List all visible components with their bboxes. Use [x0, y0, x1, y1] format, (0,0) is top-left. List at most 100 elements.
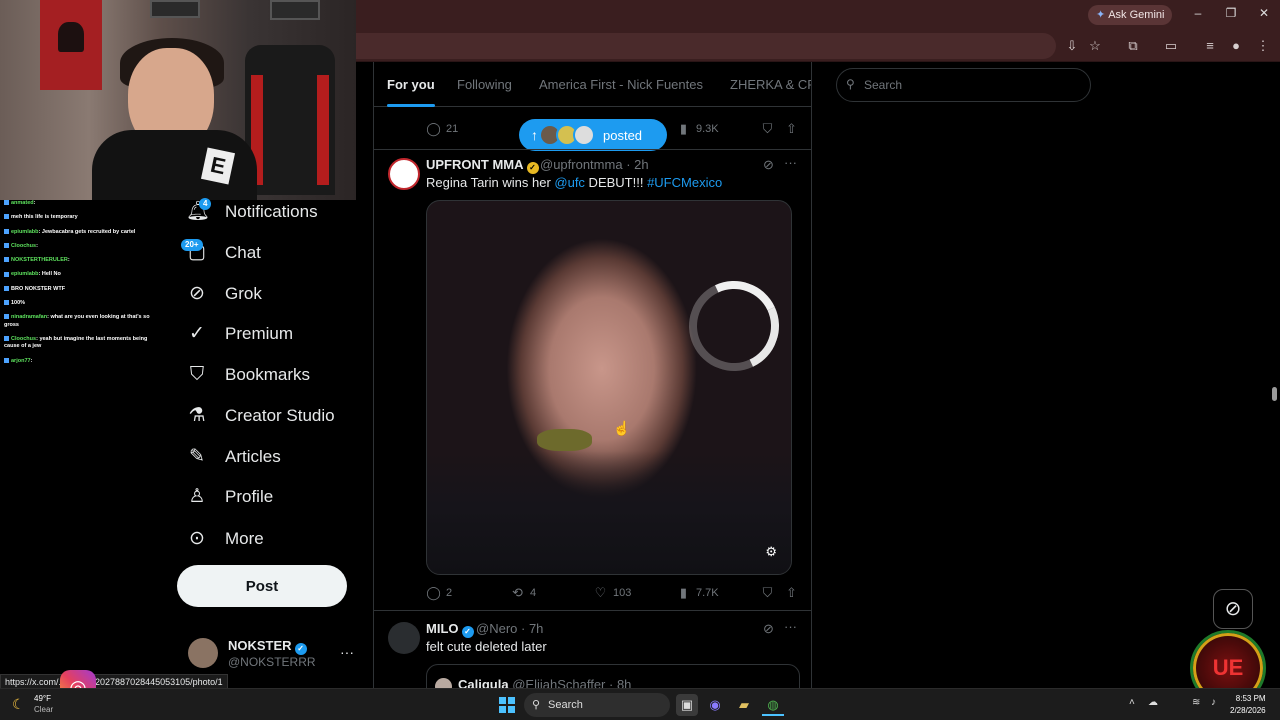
chat-username: ninadramafan [11, 314, 48, 321]
grok-icon[interactable]: ⊘ [763, 157, 774, 173]
avatar[interactable] [388, 158, 420, 190]
menu-dots-icon[interactable]: ⋮ [1255, 38, 1271, 54]
post-button[interactable]: Post [177, 565, 347, 607]
page-scrollbar[interactable] [1272, 387, 1277, 401]
chrome-icon[interactable]: ◍ [762, 694, 784, 716]
reply-button[interactable]: ◯ 21 [426, 121, 458, 137]
bookmark-button[interactable]: ⛉ [760, 585, 780, 601]
chat-badge-icon [4, 314, 9, 320]
hashtag-link[interactable]: #UFCMexico [647, 175, 722, 190]
wifi-icon[interactable]: ≋ [1192, 697, 1200, 708]
close-icon[interactable]: ✕ [1257, 6, 1271, 20]
views-button[interactable]: ▮ 9.3K [676, 121, 719, 137]
nav-more[interactable]: ⊙ More [186, 522, 264, 556]
quoted-tweet[interactable]: Caligula @ElijahSchaffer · 8h [426, 664, 800, 688]
avatar[interactable] [388, 622, 420, 654]
wall-poster [270, 0, 320, 20]
tab-for-you[interactable]: For you [387, 62, 435, 107]
account-handle: @NOKSTERRR [228, 655, 316, 669]
nav-profile[interactable]: ♙ Profile [186, 480, 273, 514]
quote-handle: @ElijahSchaffer [512, 677, 606, 688]
volume-icon[interactable]: ♪ [1211, 697, 1216, 708]
grok-icon[interactable]: ⊘ [763, 621, 774, 637]
share-button[interactable]: ⇧ [784, 585, 804, 601]
sidebar-icon[interactable]: ▭ [1163, 38, 1179, 54]
copilot-icon[interactable]: ◉ [704, 694, 726, 716]
tweet-handle[interactable]: @Nero [476, 621, 517, 636]
chat-message: anmated: [4, 200, 150, 207]
star-icon[interactable]: ☆ [1087, 38, 1103, 54]
extensions-icon[interactable]: ⧉ [1125, 38, 1141, 54]
chat-message: Cloochus: [4, 243, 150, 250]
avatar [573, 124, 595, 146]
reply-icon: ◯ [426, 121, 441, 136]
views-button[interactable]: ▮ 7.7K [676, 585, 719, 601]
flask-icon: ⚗ [188, 405, 206, 426]
install-app-icon[interactable]: ⇩ [1064, 38, 1080, 54]
views-icon: ▮ [679, 585, 688, 600]
chevron-up-icon[interactable]: ˄ [1129, 697, 1135, 708]
nav-premium[interactable]: ✓ Premium [186, 317, 293, 351]
profile-avatar-icon[interactable]: ● [1228, 38, 1244, 54]
nav-articles[interactable]: ✎ Articles [186, 440, 281, 474]
restore-icon[interactable]: ❐ [1224, 6, 1238, 20]
chat-text: 100% [11, 300, 26, 307]
address-bar[interactable] [356, 33, 1056, 59]
bookmark-icon: ⛉ [762, 585, 773, 600]
share-button[interactable]: ⇧ [784, 121, 804, 137]
taskbar-search[interactable]: ⚲ Search [524, 693, 670, 717]
system-clock[interactable]: 8:53 PM 2/28/2026 [1230, 693, 1266, 717]
chat-badge-icon [4, 200, 9, 206]
tweet-author-name[interactable]: MILO [426, 621, 459, 636]
browser-toolbar: ⇩ ☆ ⧉ ▭ ≡ ● ⋮ [356, 30, 1280, 62]
nav-bookmarks[interactable]: ⛉ Bookmarks [186, 358, 310, 392]
more-dots-icon[interactable]: ··· [784, 155, 797, 170]
chat-badge-icon [4, 336, 9, 342]
ask-gemini-button[interactable]: ✦ Ask Gemini [1088, 5, 1173, 25]
grok-icon: ⊘ [1224, 598, 1242, 620]
tweet-video[interactable]: ⚙ [426, 200, 792, 575]
nav-grok[interactable]: ⊘ Grok [186, 277, 262, 311]
grok-floating-button[interactable]: ⊘ [1213, 589, 1253, 629]
windows-start-icon[interactable] [499, 697, 515, 713]
account-switcher[interactable]: NOKSTER ✓ @NOKSTERRR ··· [186, 636, 356, 676]
moon-icon: ☾ [12, 696, 25, 712]
quote-author-name: Caligula [458, 677, 509, 688]
more-dots-icon[interactable]: ··· [340, 644, 354, 660]
bookmark-button[interactable]: ⛉ [760, 121, 780, 137]
media-settings-icon[interactable]: ⚙ [765, 544, 777, 560]
chat-text: Hell No [41, 271, 61, 278]
profile-icon: ♙ [188, 486, 206, 507]
more-dots-icon[interactable]: ··· [784, 619, 797, 634]
search-input[interactable] [836, 68, 1091, 102]
bookmark-icon: ⛉ [762, 121, 773, 136]
chat-badge-icon [4, 285, 9, 291]
timeline: For you Following America First - Nick F… [373, 62, 812, 688]
mention-link[interactable]: @ufc [554, 175, 585, 190]
task-view-icon[interactable]: ▣ [676, 694, 698, 716]
avatar [435, 678, 452, 688]
minimize-icon[interactable]: – [1191, 6, 1205, 20]
chat-badge-icon [4, 242, 9, 248]
tweet-handle[interactable]: @upfrontmma [540, 157, 623, 172]
media-controls-icon[interactable]: ≡ [1202, 38, 1218, 54]
chat-badge-icon [4, 228, 9, 234]
weather-widget[interactable]: ☾ 49°F Clear [10, 692, 70, 718]
repost-button[interactable]: ⟲ 4 [510, 585, 536, 601]
tray-app-icon[interactable]: ☁ [1148, 697, 1158, 708]
tab-america-first[interactable]: America First - Nick Fuentes [539, 62, 703, 107]
tab-following[interactable]: Following [457, 62, 512, 107]
chat-message: NOKSTERTHERULER: [4, 257, 150, 264]
like-button[interactable]: ♡ 103 [593, 585, 632, 601]
tweet-author-name[interactable]: UPFRONT MMA [426, 157, 524, 172]
chat-username: anmated [11, 200, 34, 206]
chat-text: Jewbacabra gets recruited by cartel [41, 228, 136, 235]
new-posts-pill[interactable]: ↑ posted [519, 119, 667, 151]
chat-username: Cloochus [11, 242, 37, 249]
reply-button[interactable]: ◯ 2 [426, 585, 452, 601]
chat-message: arjon77: [4, 358, 150, 365]
repost-icon: ⟲ [512, 585, 523, 600]
file-explorer-icon[interactable]: ▰ [733, 694, 755, 716]
tab-zherka[interactable]: ZHERKA & CRI [730, 62, 811, 107]
nav-creator-studio[interactable]: ⚗ Creator Studio [186, 399, 334, 433]
